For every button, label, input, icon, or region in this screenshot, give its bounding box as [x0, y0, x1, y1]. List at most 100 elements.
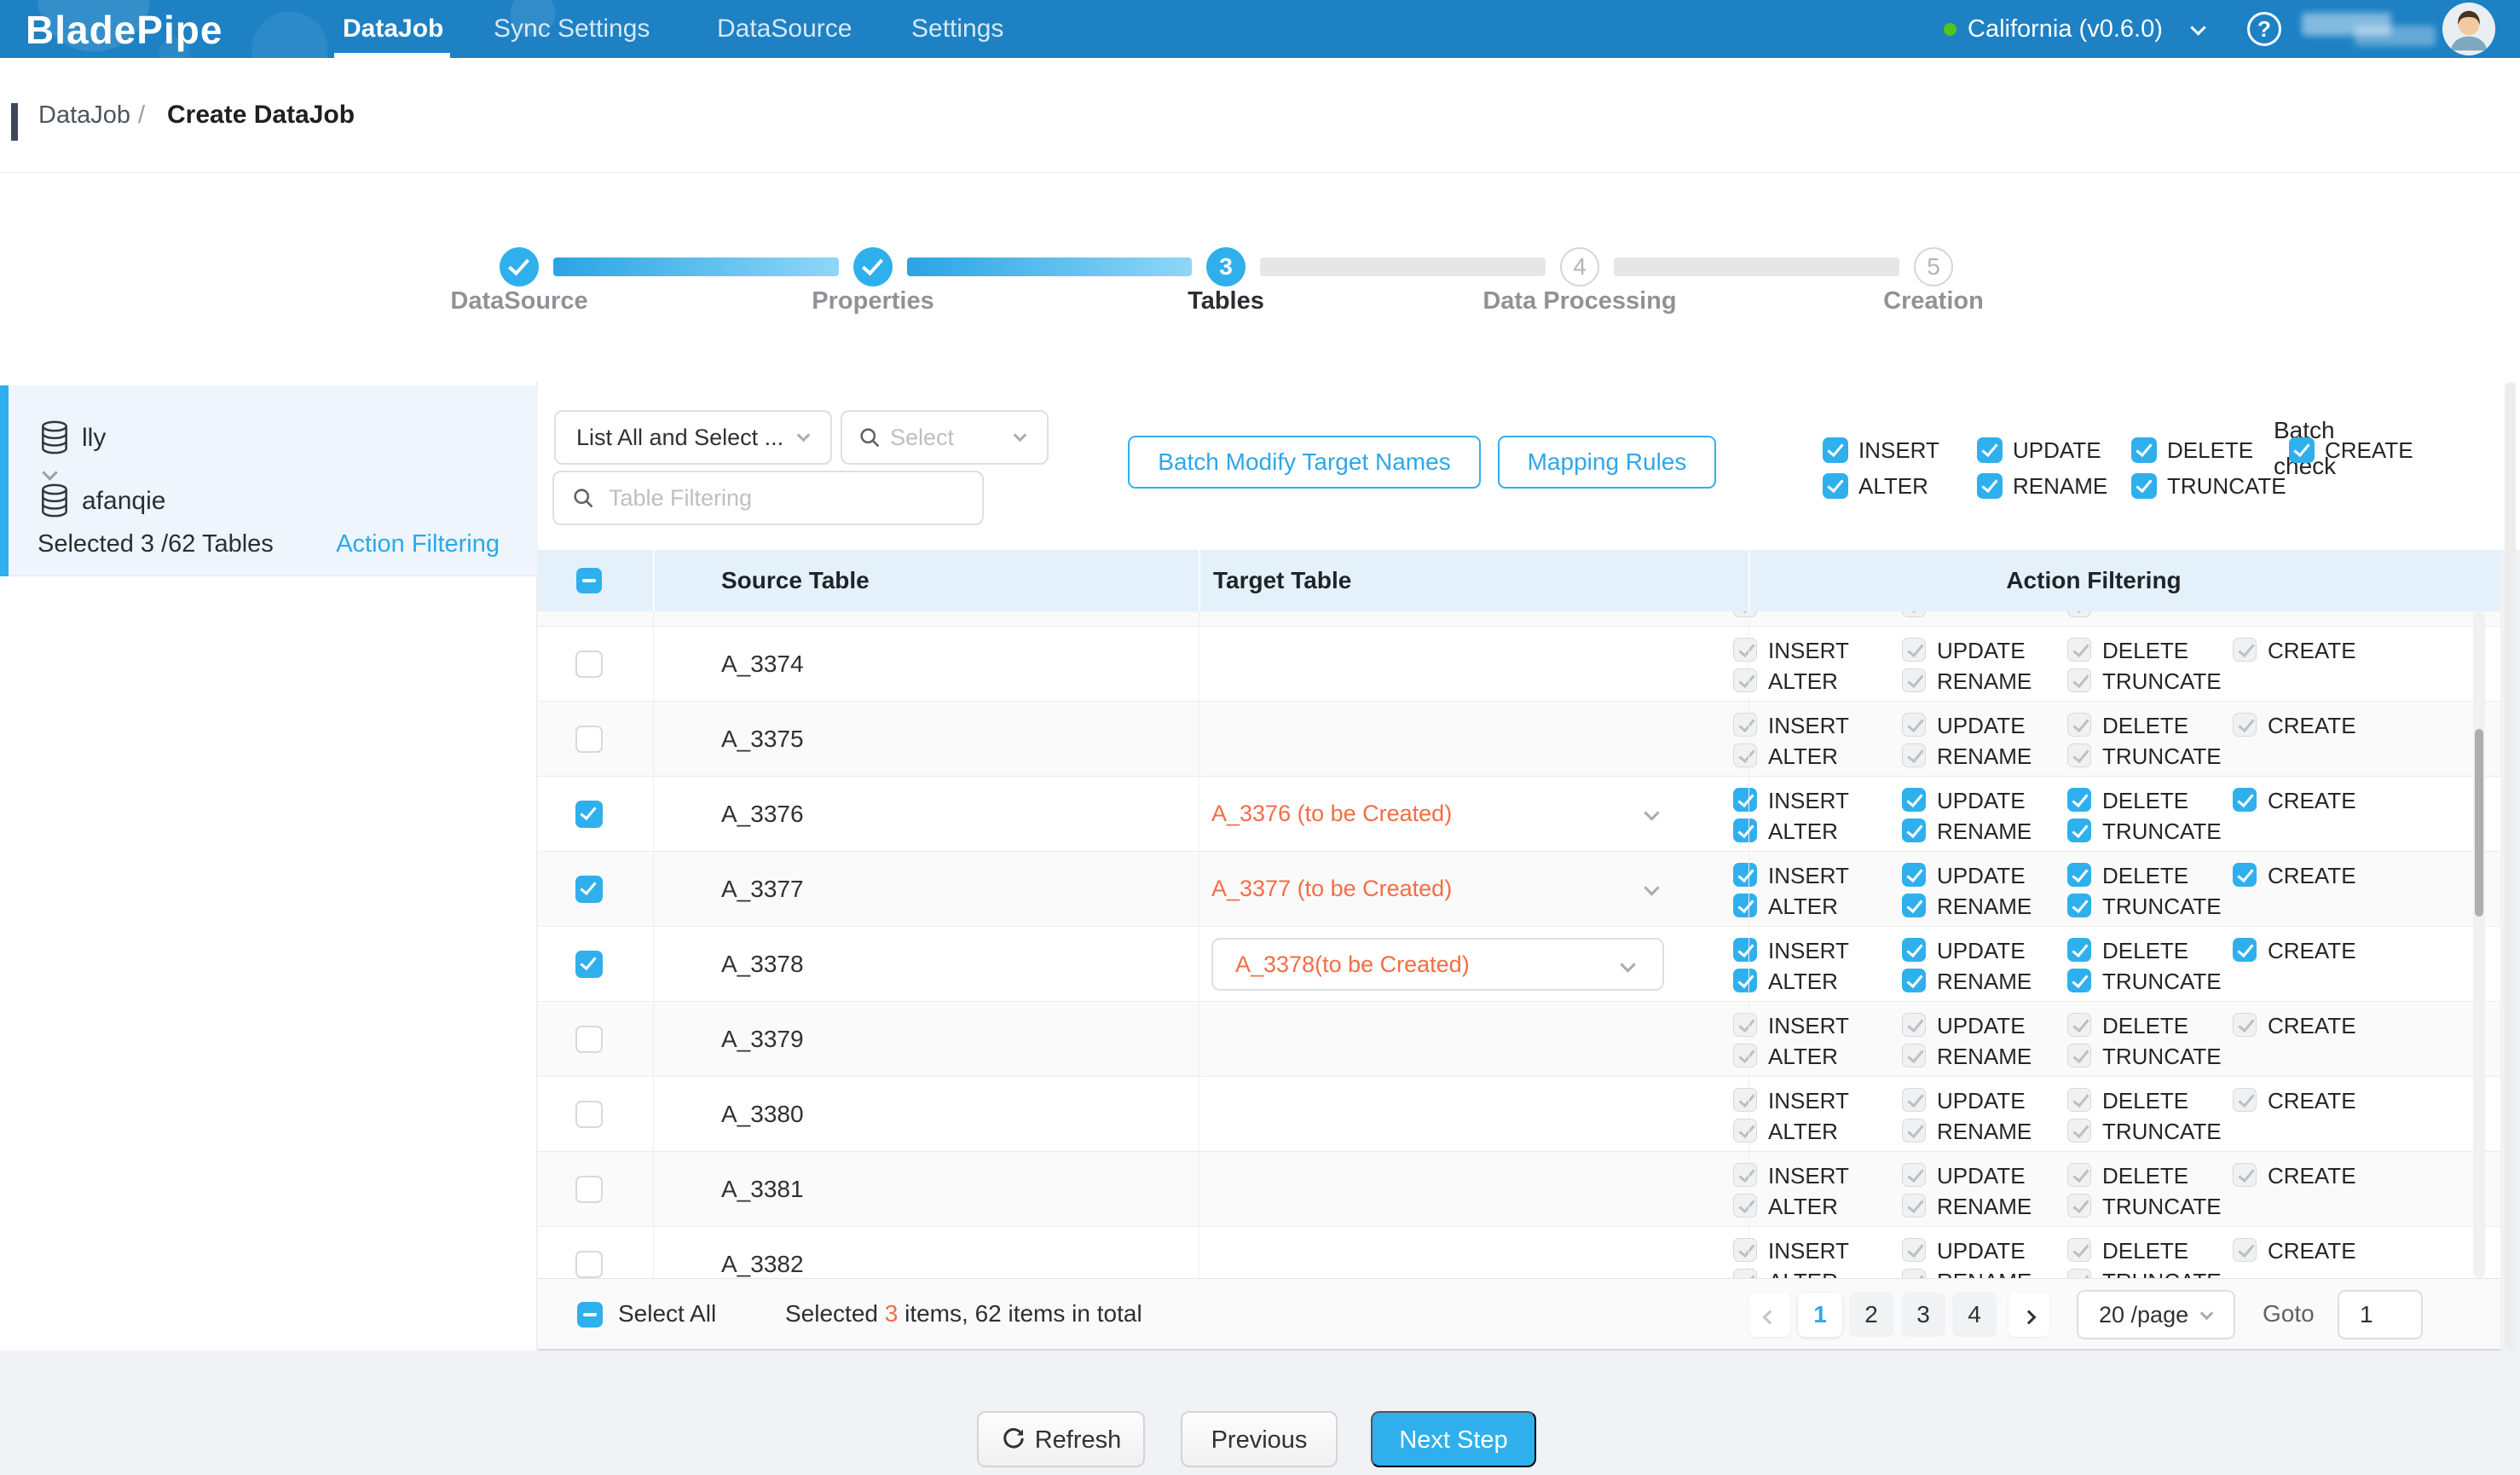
- action-checkbox-alter[interactable]: [1733, 969, 1757, 992]
- page-scrollbar-gutter[interactable]: [2505, 382, 2516, 1351]
- target-db-name[interactable]: afanqie: [82, 483, 165, 520]
- column-header-source: Source Table: [721, 550, 870, 611]
- batch-modify-target-names-button[interactable]: Batch Modify Target Names: [1128, 436, 1481, 489]
- action-checkbox-alter[interactable]: [1733, 894, 1757, 917]
- action-checkbox-insert[interactable]: [1733, 863, 1757, 887]
- batch-checkbox-delete[interactable]: [2131, 437, 2157, 463]
- row-checkbox[interactable]: [575, 801, 603, 828]
- action-checkbox-label: RENAME: [1937, 668, 2032, 694]
- datasource-pair-card[interactable]: lly afanqie Selected 3 /62 Tables Action…: [0, 385, 537, 576]
- action-checkbox-label: DELETE: [2102, 788, 2188, 813]
- next-step-button[interactable]: Next Step: [1371, 1411, 1536, 1467]
- chevron-down-icon[interactable]: [1644, 880, 1659, 895]
- action-checkbox-update: [1902, 713, 1926, 737]
- batch-checkbox-truncate[interactable]: [2131, 473, 2157, 499]
- environment-selector[interactable]: California (v0.6.0): [1968, 0, 2163, 58]
- row-checkbox[interactable]: [575, 1101, 603, 1128]
- action-checkbox-truncate: [2067, 743, 2091, 767]
- action-filtering-link[interactable]: Action Filtering: [336, 525, 500, 563]
- row-checkbox[interactable]: [575, 1026, 603, 1053]
- chevron-down-icon[interactable]: [1644, 805, 1659, 820]
- action-checkbox-rename[interactable]: [1902, 894, 1926, 917]
- action-checkbox-create[interactable]: [2233, 863, 2257, 887]
- datasource-sidebar: lly afanqie Selected 3 /62 Tables Action…: [0, 382, 537, 1351]
- row-checkbox[interactable]: [575, 876, 603, 903]
- select-all-header-checkbox[interactable]: [576, 568, 602, 593]
- nav-tab-datajob[interactable]: DataJob: [343, 0, 443, 58]
- action-checkbox-create[interactable]: [2233, 938, 2257, 962]
- action-checkbox-insert[interactable]: [1733, 938, 1757, 962]
- batch-checkbox-alter[interactable]: [1823, 473, 1848, 499]
- action-checkbox-truncate[interactable]: [2067, 969, 2091, 992]
- brand-logo[interactable]: BladePipe: [26, 7, 223, 53]
- goto-page-input[interactable]: [2338, 1290, 2423, 1339]
- batch-checkbox-insert[interactable]: [1823, 437, 1848, 463]
- action-checkbox-label: UPDATE: [1937, 863, 2026, 888]
- source-table-cell: A_3378: [721, 927, 804, 1001]
- action-checkbox-delete: [2067, 1238, 2091, 1262]
- page-size-value: 20 /page: [2099, 1292, 2188, 1338]
- action-checkbox-label: CREATE: [2268, 713, 2356, 738]
- batch-checkbox-create[interactable]: [2289, 437, 2315, 463]
- row-checkbox[interactable]: [575, 726, 603, 753]
- avatar[interactable]: [2442, 3, 2495, 55]
- action-checkbox-delete[interactable]: [2067, 788, 2091, 812]
- table-row: A_3378A_3378(to be Created)INSERTALTERUP…: [538, 927, 2500, 1002]
- action-checkbox-truncate[interactable]: [2067, 818, 2091, 842]
- page-button-2[interactable]: 2: [1849, 1293, 1893, 1337]
- table-filter-box[interactable]: [552, 471, 984, 525]
- table-filter-input[interactable]: [609, 474, 950, 522]
- action-checkbox-rename[interactable]: [1902, 818, 1926, 842]
- row-checkbox[interactable]: [575, 651, 603, 678]
- target-table-select[interactable]: A_3378(to be Created): [1211, 938, 1664, 991]
- chevron-down-icon[interactable]: [2190, 20, 2205, 35]
- page-button-1[interactable]: 1: [1798, 1293, 1842, 1337]
- step-label-creation: Creation: [1763, 287, 2104, 315]
- list-mode-select[interactable]: List All and Select ...: [554, 410, 832, 465]
- source-db-name[interactable]: lly: [82, 419, 106, 457]
- batch-checkbox-update[interactable]: [1977, 437, 2003, 463]
- table-scrollbar-thumb[interactable]: [2475, 729, 2483, 917]
- page-size-select[interactable]: 20 /page: [2077, 1290, 2235, 1339]
- breadcrumb-parent[interactable]: DataJob: [38, 58, 130, 172]
- nav-tab-datasource[interactable]: DataSource: [717, 0, 852, 58]
- help-icon[interactable]: ?: [2247, 12, 2281, 46]
- table-row: A_3375INSERTALTERUPDATERENAMEDELETETRUNC…: [538, 702, 2500, 777]
- action-checkbox-update[interactable]: [1902, 938, 1926, 962]
- page-button-3[interactable]: 3: [1901, 1293, 1945, 1337]
- table-row: A_3382INSERTALTERUPDATERENAMEDELETETRUNC…: [538, 1227, 2500, 1278]
- table-row: A_3377A_3377 (to be Created)INSERTALTERU…: [538, 852, 2500, 927]
- action-checkbox-insert[interactable]: [1733, 788, 1757, 812]
- action-checkbox-create[interactable]: [2233, 788, 2257, 812]
- action-checkbox-delete[interactable]: [2067, 863, 2091, 887]
- column-select[interactable]: Select: [841, 410, 1049, 465]
- row-checkbox[interactable]: [575, 1251, 603, 1278]
- refresh-button[interactable]: Refresh: [977, 1411, 1145, 1467]
- action-checkbox-label: ALTER: [1768, 1044, 1838, 1069]
- next-page-button[interactable]: [2008, 1293, 2049, 1337]
- mapping-rules-button[interactable]: Mapping Rules: [1498, 436, 1716, 489]
- column-select-placeholder: Select: [890, 412, 954, 463]
- prev-page-button[interactable]: [1749, 1293, 1790, 1337]
- step-circle-properties[interactable]: [853, 247, 893, 286]
- row-checkbox[interactable]: [575, 951, 603, 978]
- page-button-4[interactable]: 4: [1952, 1293, 1997, 1337]
- step-circle-tables[interactable]: 3: [1206, 247, 1246, 286]
- action-checkbox-rename[interactable]: [1902, 969, 1926, 992]
- action-checkbox-delete[interactable]: [2067, 938, 2091, 962]
- action-checkbox-label: DELETE: [2102, 1088, 2188, 1113]
- action-checkbox-update: [1902, 1238, 1926, 1262]
- nav-tab-settings[interactable]: Settings: [911, 0, 1003, 58]
- action-checkbox-update[interactable]: [1902, 788, 1926, 812]
- action-checkbox-truncate[interactable]: [2067, 894, 2091, 917]
- step-circle-datasource[interactable]: [500, 247, 539, 286]
- action-checkbox-update[interactable]: [1902, 863, 1926, 887]
- row-checkbox[interactable]: [575, 1176, 603, 1203]
- action-checkbox-insert: [1733, 1163, 1757, 1187]
- action-checkbox-rename: [1902, 1044, 1926, 1067]
- batch-checkbox-rename[interactable]: [1977, 473, 2003, 499]
- previous-button[interactable]: Previous: [1181, 1411, 1338, 1467]
- nav-tab-sync-settings[interactable]: Sync Settings: [494, 0, 650, 58]
- select-all-footer-checkbox[interactable]: [577, 1302, 603, 1328]
- action-checkbox-alter[interactable]: [1733, 818, 1757, 842]
